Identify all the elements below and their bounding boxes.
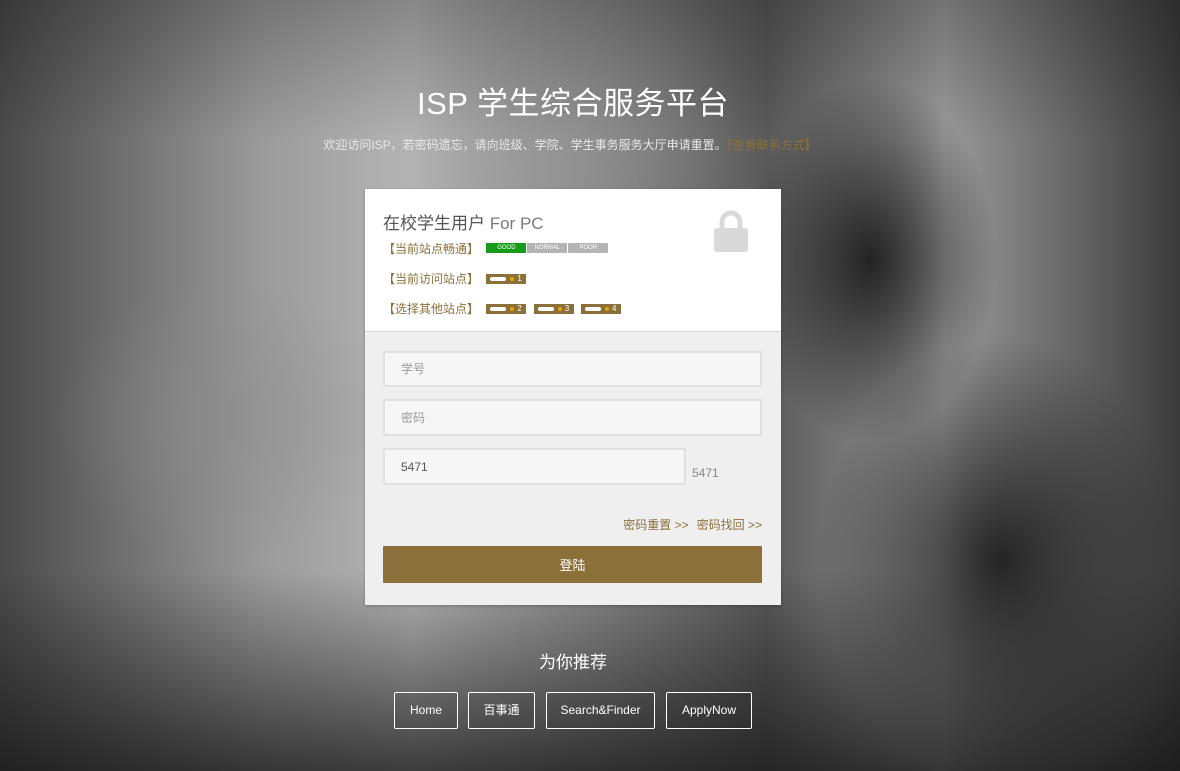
- quality-good: GOOD: [486, 242, 527, 253]
- recommend-home-button[interactable]: Home: [394, 692, 458, 729]
- site-option-3[interactable]: 3: [533, 303, 574, 314]
- site-number: 2: [517, 303, 522, 313]
- recommend-applynow-button[interactable]: ApplyNow: [666, 692, 752, 729]
- site-dot-icon: [510, 276, 515, 281]
- card-header: 在校学生用户 For PC 【当前站点畅通】 GOOD NORMAL POOR 【当…: [365, 189, 781, 332]
- other-sites-row: 【选择其他站点】 2 3 4: [383, 301, 622, 316]
- password-reset-link[interactable]: 密码重置 >>: [623, 518, 688, 532]
- quality-poor: POOR: [568, 242, 609, 253]
- captcha-image[interactable]: 5471: [692, 466, 719, 480]
- other-sites-label: 【选择其他站点】: [383, 301, 480, 316]
- site-status-row: 【当前站点畅通】 GOOD NORMAL POOR: [383, 241, 609, 256]
- recommend-search-finder-button[interactable]: Search&Finder: [546, 692, 655, 729]
- site-number: 4: [612, 303, 617, 313]
- page-title: ISP 学生综合服务平台: [416, 86, 730, 121]
- site-option-4[interactable]: 4: [581, 303, 622, 314]
- student-id-input[interactable]: [383, 351, 762, 387]
- login-card: 在校学生用户 For PC 【当前站点畅通】 GOOD NORMAL POOR 【当…: [365, 189, 781, 605]
- current-site-badge[interactable]: 1: [486, 273, 527, 284]
- site-dot-icon: [510, 306, 515, 311]
- site-option-2[interactable]: 2: [486, 303, 527, 314]
- site-number: 1: [517, 273, 522, 283]
- site-status-label: 【当前站点畅通】: [383, 241, 480, 256]
- site-bar-icon: [585, 306, 602, 311]
- card-heading: 在校学生用户 For PC: [383, 209, 544, 234]
- page-subtitle: 欢迎访问ISP，若密码遗忘，请向班级、学院、学生事务服务大厅申请重置。【查看联系…: [0, 136, 1140, 153]
- site-dot-icon: [605, 306, 610, 311]
- heading-en: For PC: [485, 214, 544, 233]
- captcha-input[interactable]: [383, 448, 686, 485]
- site-bar-icon: [490, 306, 507, 311]
- site-dot-icon: [557, 306, 562, 311]
- heading-cn: 在校学生用户: [383, 214, 485, 233]
- subtitle-text: 欢迎访问ISP，若密码遗忘，请向班级、学院、学生事务服务大厅申请重置。: [323, 138, 727, 152]
- login-button[interactable]: 登陆: [383, 546, 762, 583]
- quality-normal: NORMAL: [527, 242, 568, 253]
- site-bar-icon: [537, 306, 554, 311]
- recommend-baishitong-button[interactable]: 百事通: [468, 692, 535, 729]
- current-site-row: 【当前访问站点】 1: [383, 271, 527, 286]
- quality-indicator: GOOD NORMAL POOR: [486, 242, 609, 256]
- password-links: 密码重置 >> 密码找回 >>: [615, 516, 762, 533]
- site-bar-icon: [490, 276, 507, 281]
- password-input[interactable]: [383, 399, 762, 436]
- recommend-title: 为你推荐: [539, 653, 607, 672]
- contact-link[interactable]: 【查看联系方式】: [727, 138, 817, 152]
- current-site-label: 【当前访问站点】: [383, 271, 480, 286]
- lock-icon: [714, 210, 748, 252]
- site-number: 3: [564, 303, 570, 313]
- password-recover-link[interactable]: 密码找回 >>: [697, 518, 762, 532]
